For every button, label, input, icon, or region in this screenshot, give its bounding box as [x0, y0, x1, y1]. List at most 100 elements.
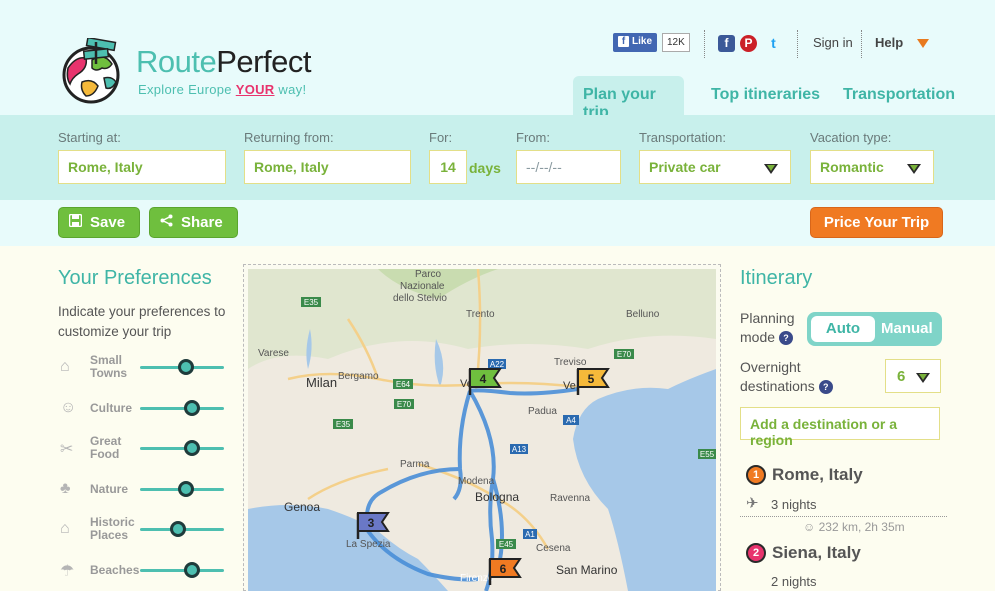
starting-input[interactable]: Rome, Italy [58, 150, 226, 184]
road-shield: E55 [700, 450, 715, 459]
road-shield: A1 [525, 530, 535, 539]
map-label: Bergamo [338, 371, 379, 382]
town-icon: ⌂ [60, 358, 70, 375]
map-label: Treviso [554, 357, 587, 368]
twitter-icon[interactable]: t [765, 35, 782, 52]
mode-manual-option[interactable]: Manual [881, 320, 933, 337]
stop-name[interactable]: Rome, Italy [772, 465, 863, 485]
map-label: La Spezia [346, 539, 391, 550]
globe-logo-icon[interactable] [58, 38, 124, 104]
road-shield: E64 [396, 380, 411, 389]
preference-row: ☺ Culture [58, 395, 228, 427]
car-icon: ☺ [803, 520, 816, 534]
preference-slider-handle[interactable] [178, 359, 194, 375]
map-label: Padua [528, 406, 557, 417]
leg-info: ☺ 232 km, 2h 35m [803, 520, 905, 534]
map-label: Bologna [475, 490, 519, 504]
facebook-icon: f [618, 36, 629, 47]
chevron-down-icon[interactable] [917, 39, 929, 48]
map-label: Parma [400, 459, 430, 470]
stop-number-badge: 2 [746, 543, 766, 563]
overnight-destinations-select[interactable]: 6 [885, 359, 941, 393]
tab-top-itineraries[interactable]: Top itineraries [701, 76, 830, 115]
vacation-select[interactable]: Romantic [810, 150, 934, 184]
returning-input[interactable]: Rome, Italy [244, 150, 411, 184]
road-shield: A4 [566, 416, 576, 425]
from-label: From: [516, 130, 550, 145]
map-label: Varese [258, 348, 289, 359]
brand-name[interactable]: RoutePerfect [136, 44, 311, 80]
help-icon[interactable]: ? [779, 331, 794, 346]
save-button[interactable]: Save [58, 207, 140, 238]
preference-row: ♣ Nature [58, 476, 228, 508]
map-label: Trento [466, 309, 495, 320]
site-header: RoutePerfect Explore Europe YOUR way! fL… [0, 0, 995, 121]
culture-icon: ☺ [60, 399, 77, 416]
route-map[interactable]: Parco Nazionale dello Stelvio Trento Bel… [248, 269, 716, 591]
pinterest-icon[interactable]: P [740, 35, 757, 52]
vacation-label: Vacation type: [810, 130, 892, 145]
preference-row: ☂ Beaches [58, 557, 228, 589]
stop-name[interactable]: Siena, Italy [772, 543, 861, 563]
chevron-down-icon [764, 164, 778, 174]
mode-auto-option[interactable]: Auto [811, 316, 875, 342]
preference-slider-handle[interactable] [184, 562, 200, 578]
planning-mode-label: Planning mode? [740, 310, 795, 346]
transport-label: Transportation: [639, 130, 726, 145]
map-label: Ravenna [550, 493, 590, 504]
road-shield: E35 [304, 298, 319, 307]
map-label: Modena [458, 476, 495, 487]
preferences-title: Your Preferences [58, 267, 212, 289]
road-shield: A22 [490, 360, 505, 369]
route-flag-number: 3 [368, 516, 375, 530]
sign-in-link[interactable]: Sign in [813, 35, 853, 50]
facebook-icon[interactable]: f [718, 35, 735, 52]
food-icon: ✂ [60, 441, 74, 458]
help-menu[interactable]: Help [875, 35, 903, 50]
share-button[interactable]: Share [149, 207, 238, 238]
route-flag-number: 6 [500, 562, 507, 576]
preference-slider-track[interactable] [140, 569, 224, 572]
map-label: Firenze [460, 573, 494, 584]
stop-nights[interactable]: 3 nights [771, 497, 817, 512]
date-input[interactable]: --/--/-- [516, 150, 621, 184]
itinerary-title: Itinerary [740, 267, 813, 289]
stop-number-badge: 1 [746, 465, 766, 485]
facebook-like-button[interactable]: f Like [613, 33, 658, 52]
airplane-icon: ✈ [746, 495, 759, 512]
trip-search-bar: Starting at: Rome, Italy Returning from:… [0, 115, 995, 200]
preference-slider-track[interactable] [140, 447, 224, 450]
map-label: Nazionale [400, 281, 445, 292]
road-shield: E70 [617, 350, 632, 359]
preferences-description: Indicate your preferences to customize y… [58, 304, 226, 339]
add-destination-button[interactable]: Add a destination or a region [740, 407, 940, 448]
map-label: Genoa [284, 500, 320, 514]
preference-slider-track[interactable] [140, 407, 224, 410]
save-icon [68, 213, 83, 231]
beach-icon: ☂ [60, 563, 75, 580]
map-canvas[interactable]: Parco Nazionale dello Stelvio Trento Bel… [248, 269, 716, 591]
preference-slider-handle[interactable] [178, 481, 194, 497]
map-label: dello Stelvio [393, 293, 447, 304]
price-your-trip-button[interactable]: Price Your Trip [810, 207, 943, 238]
days-label: days [469, 160, 501, 176]
help-icon[interactable]: ? [818, 380, 833, 395]
map-label: Milan [306, 375, 337, 390]
days-input[interactable]: 14 [429, 150, 467, 184]
for-label: For: [429, 130, 453, 145]
action-row: Save Share Price Your Trip [0, 200, 995, 246]
tab-plan-your-trip[interactable]: Plan your trip [573, 76, 684, 121]
preference-row: ⌂ Small Towns [58, 354, 228, 386]
preference-slider-handle[interactable] [184, 440, 200, 456]
stop-nights[interactable]: 2 nights [771, 574, 817, 589]
tab-transportation[interactable]: Transportation [833, 76, 965, 115]
planning-mode-toggle[interactable]: Auto Manual [807, 312, 942, 346]
nature-icon: ♣ [60, 480, 71, 497]
chevron-down-icon [907, 164, 921, 174]
preference-slider-handle[interactable] [184, 400, 200, 416]
map-label: Parco [415, 269, 442, 280]
brand-tagline: Explore Europe YOUR way! [138, 82, 307, 97]
route-flag-number: 4 [480, 372, 487, 386]
transport-select[interactable]: Private car [639, 150, 791, 184]
preference-slider-handle[interactable] [170, 521, 186, 537]
